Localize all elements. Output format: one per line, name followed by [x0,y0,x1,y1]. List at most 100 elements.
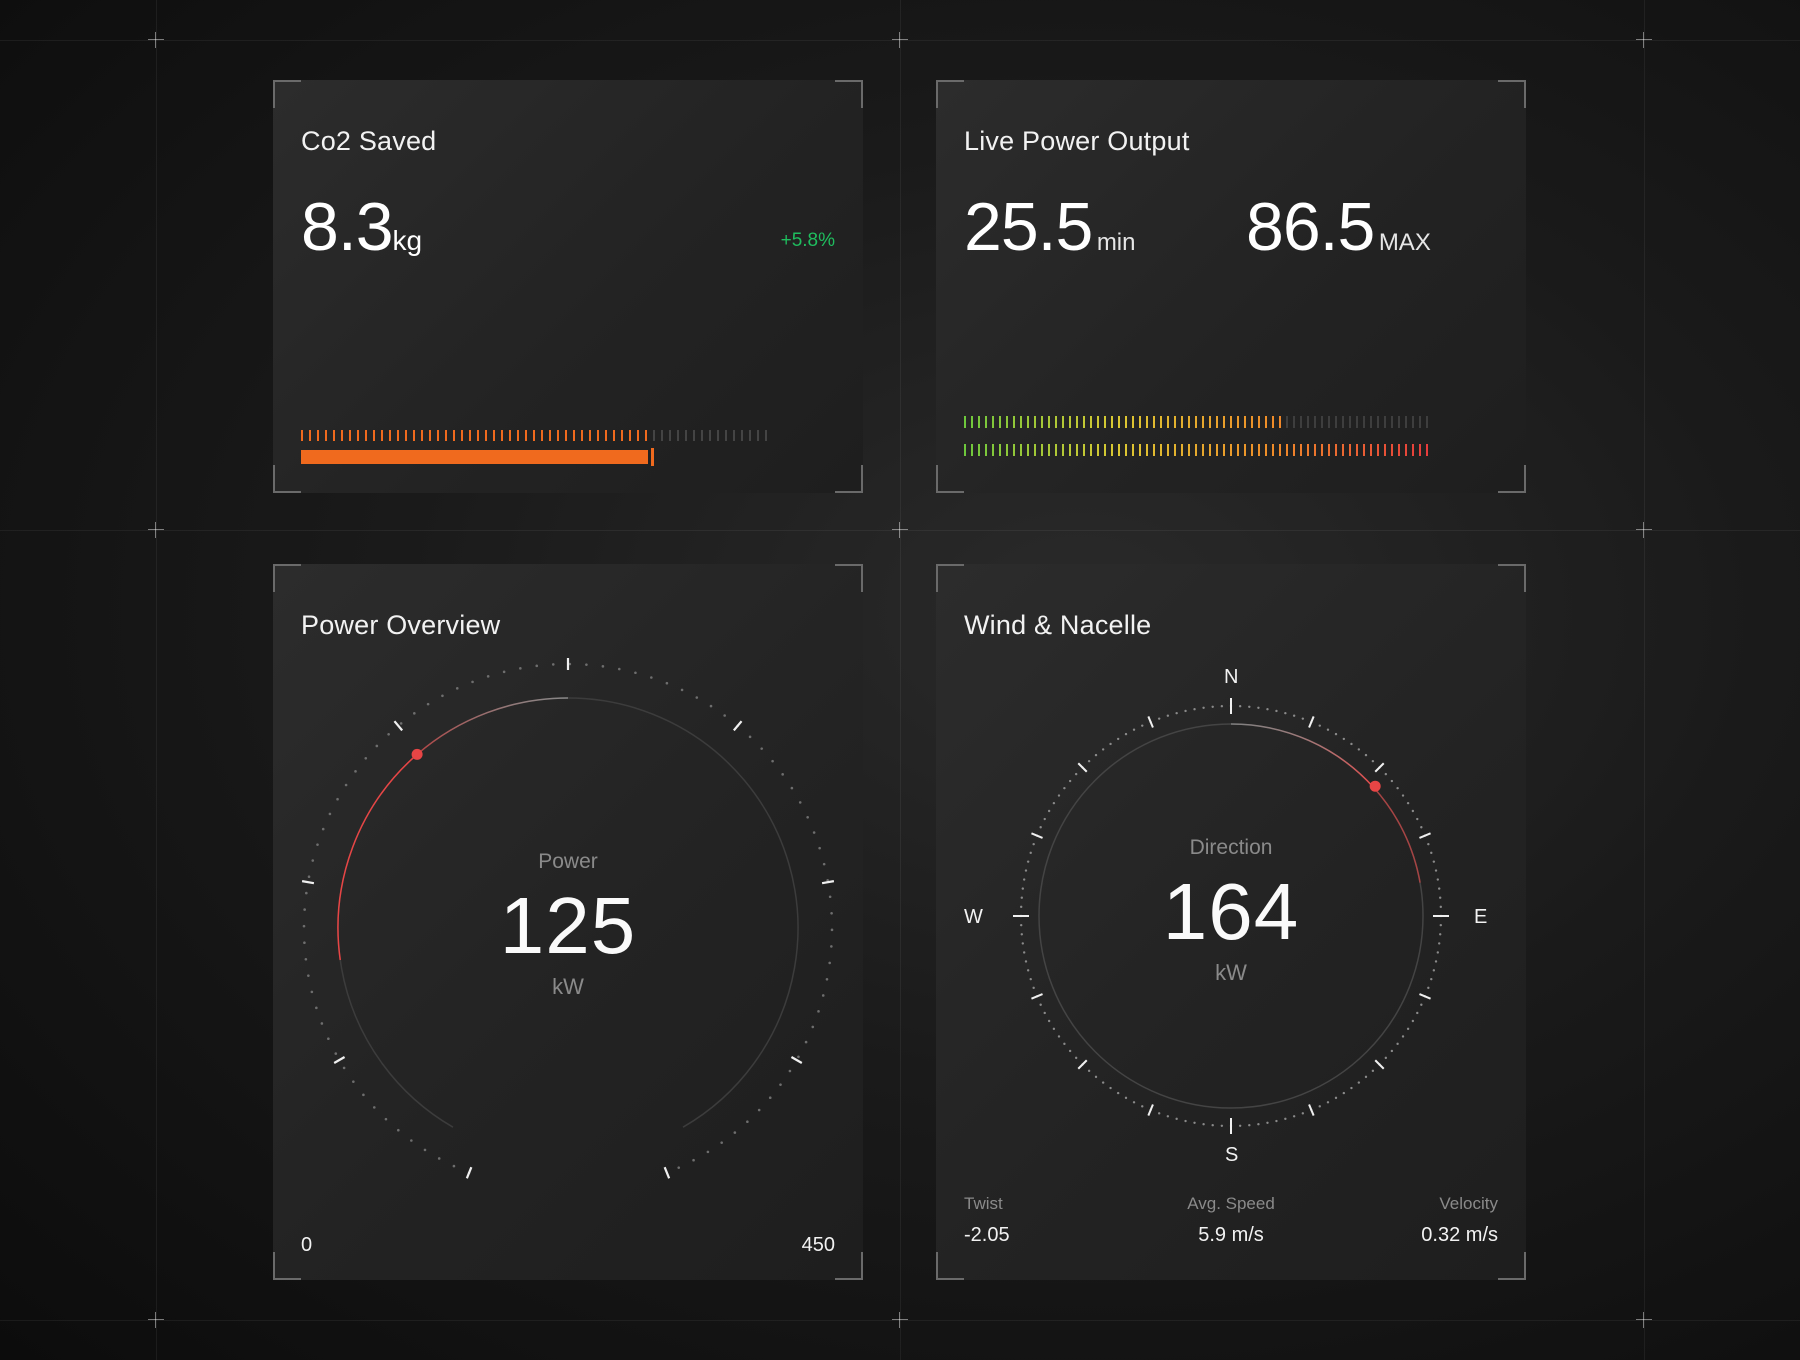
compass-major-tick [1077,1059,1088,1070]
gauge-dot [617,667,621,671]
min-output-label: min [1096,229,1136,256]
gauge-indicator-dot [411,748,423,760]
range-min: 0 [301,1234,313,1256]
level-tick [1314,416,1316,428]
gauge-dot [601,665,605,668]
compass-dot [1396,1042,1399,1046]
gauge-dot [327,1037,330,1041]
scale-tick [645,430,647,441]
scale-tick [701,430,703,441]
level-tick [1230,416,1232,428]
scale-tick [429,430,431,441]
compass-dot [1342,1091,1346,1095]
scale-tick [413,430,415,441]
level-tick [1146,416,1148,428]
scale-tick [749,430,751,441]
compass-dot [1101,748,1105,751]
scale-tick [765,430,767,441]
level-tick [1034,444,1036,456]
compass-dot [1166,1115,1170,1118]
level-tick [964,416,966,428]
compass-dot [1257,706,1260,709]
level-tick [1342,416,1344,428]
compass-dot [1364,753,1368,757]
compass-dot [1284,1117,1287,1121]
gauge-dot [399,722,403,725]
compass-dot [1238,704,1242,708]
gauge-dot [441,694,444,698]
level-tick [1062,416,1064,428]
power-value: 125 [499,881,637,970]
scale-tick [661,430,663,441]
power-unit: kW [552,974,584,999]
gauge-dot [519,667,522,670]
compass-dot [1074,772,1078,776]
scale-tick [397,430,399,441]
level-tick [1384,416,1386,428]
gauge-dot [344,783,348,787]
level-tick [1160,444,1162,456]
scale-tick [557,430,559,441]
level-tick [1279,416,1281,428]
level-tick [1195,444,1197,456]
level-tick [1027,444,1029,456]
level-tick [985,416,987,428]
level-tick [1188,416,1190,428]
max-output-level-scale [964,444,1433,456]
level-tick [1062,444,1064,456]
level-tick [1384,444,1386,456]
level-tick [1146,444,1148,456]
gauge-dot [811,1025,815,1029]
compass-dot [1342,737,1346,741]
compass-dot [1068,779,1072,783]
level-tick [1321,416,1323,428]
level-tick [1391,444,1393,456]
compass-dot [1406,801,1410,805]
stat-value: 0.32 m/s [1421,1224,1498,1246]
gauge-dot [720,1141,723,1144]
compass-dot [1416,817,1419,821]
gauge-dot [423,1148,427,1152]
level-tick [1314,444,1316,456]
level-tick [1153,416,1155,428]
level-tick [1202,444,1204,456]
level-tick [1041,416,1043,428]
level-tick [1174,444,1176,456]
compass-dot [1390,1049,1394,1053]
gauge-dot [387,732,390,736]
gauge-dot [320,1022,324,1025]
scale-tick [365,430,367,441]
compass-dot [1157,1112,1161,1115]
level-tick [1279,444,1281,456]
compass-major-tick [1419,993,1431,1000]
compass-indicator-dot [1369,780,1381,792]
level-tick [1251,416,1253,428]
level-tick [1391,416,1393,428]
compass-dot [1357,1081,1361,1084]
crosshair-icon [148,1312,164,1328]
compass-dot [1257,1123,1260,1126]
level-tick [1048,416,1050,428]
compass-major-tick [1308,1104,1315,1116]
level-tick [1286,416,1288,428]
compass-dot [1074,1056,1078,1060]
level-tick [1223,416,1225,428]
gauge-dot [781,773,784,776]
level-tick [1335,444,1337,456]
level-tick [1125,444,1127,456]
grid-line [156,0,157,1360]
level-tick [1153,444,1155,456]
level-tick [1237,444,1239,456]
compass-major-tick [1374,1059,1385,1070]
level-tick [1104,444,1106,456]
co2-progress-cap [650,448,654,466]
compass-dot [1057,1035,1061,1038]
compass-dot [1202,1123,1205,1126]
crosshair-icon [1636,32,1652,48]
scale-tick [757,430,759,441]
gauge-dot [354,770,357,773]
compass-dot [1301,1112,1305,1115]
compass-dot [1292,714,1296,717]
gauge-dot [410,1139,413,1142]
max-output: 86.5 MAX [1246,188,1431,266]
